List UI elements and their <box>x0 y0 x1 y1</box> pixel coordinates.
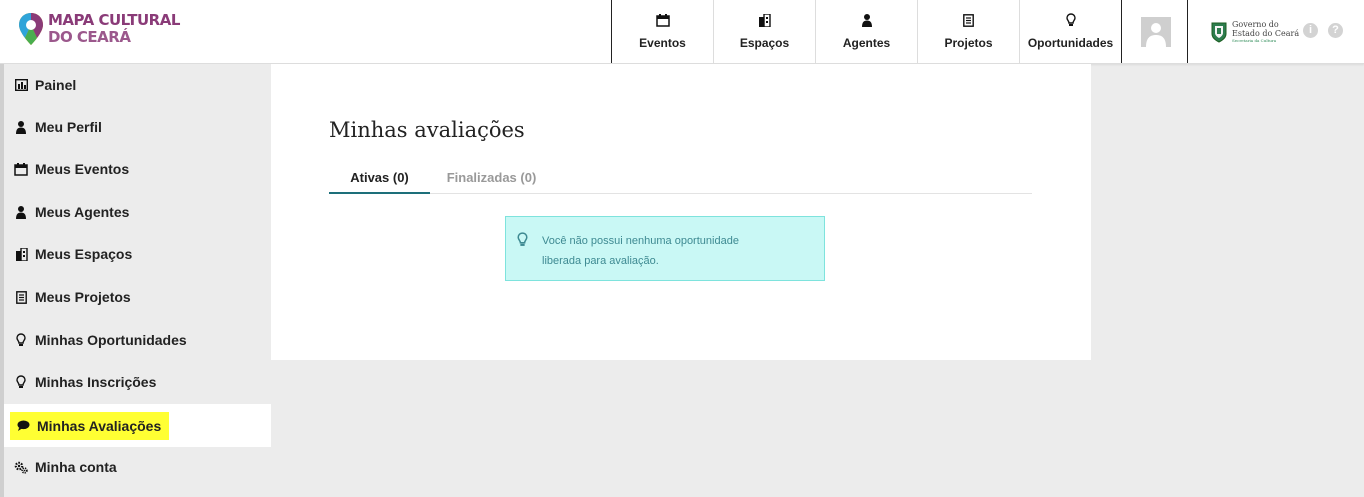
gov-line2: Estado do Ceará <box>1232 29 1300 38</box>
info-icon[interactable]: i <box>1303 23 1318 38</box>
building-icon <box>758 12 771 28</box>
document-icon <box>14 290 28 304</box>
lightbulb-icon <box>14 333 28 347</box>
nav-label: Oportunidades <box>1027 36 1114 50</box>
map-pin-logo-icon <box>19 13 43 45</box>
tab-finalizadas[interactable]: Finalizadas (0) <box>430 164 553 194</box>
logo-line1: MAPA CULTURAL <box>48 11 180 29</box>
person-icon <box>14 205 28 219</box>
logo-line2: DO CEARÁ <box>48 28 131 46</box>
nav-oportunidades[interactable]: Oportunidades <box>1020 0 1122 63</box>
tab-ativas[interactable]: Ativas (0) <box>329 164 430 194</box>
active-highlight: Minhas Avaliações <box>10 411 170 440</box>
help-icon[interactable]: ? <box>1328 23 1343 38</box>
user-silhouette-icon <box>1145 22 1166 47</box>
main-panel: Minhas avaliações Ativas (0) Finalizadas… <box>271 64 1091 360</box>
top-header: MAPA CULTURAL DO CEARÁ Eventos Espaços A… <box>0 0 1364 64</box>
document-icon <box>963 12 974 28</box>
gears-icon <box>14 460 28 474</box>
nav-agentes[interactable]: Agentes <box>816 0 918 63</box>
sidebar: Painel Meu Perfil Meus Eventos Meus Agen… <box>0 64 271 497</box>
sidebar-item-minha-conta[interactable]: Minha conta <box>4 446 271 488</box>
lightbulb-icon <box>517 232 528 252</box>
sidebar-item-label: Minhas Avaliações <box>37 417 162 434</box>
nav-eventos[interactable]: Eventos <box>612 0 714 63</box>
sidebar-item-meus-projetos[interactable]: Meus Projetos <box>4 276 271 318</box>
person-icon <box>14 120 28 134</box>
gov-line3: Secretaria da Cultura <box>1232 38 1277 43</box>
main-nav: Eventos Espaços Agentes Projetos Oportun… <box>611 0 1122 63</box>
sidebar-item-label: Painel <box>35 77 77 93</box>
chart-icon <box>14 78 28 92</box>
sidebar-item-minhas-inscricoes[interactable]: Minhas Inscrições <box>4 361 271 403</box>
sidebar-item-label: Minhas Inscrições <box>35 374 157 390</box>
calendar-icon <box>655 12 670 28</box>
nav-label: Espaços <box>739 36 790 50</box>
nav-label: Eventos <box>639 36 686 50</box>
sidebar-item-minhas-avaliacoes[interactable]: Minhas Avaliações <box>4 404 271 447</box>
sidebar-item-label: Minhas Oportunidades <box>35 332 187 348</box>
building-icon <box>14 247 28 261</box>
sidebar-item-label: Meus Projetos <box>35 289 131 305</box>
lightbulb-icon <box>1065 12 1076 28</box>
sidebar-item-label: Meus Eventos <box>35 161 130 177</box>
sidebar-item-label: Meus Espaços <box>35 246 133 262</box>
alert-line2: liberada para avaliação. <box>542 255 659 267</box>
speech-bubble-icon <box>16 419 30 433</box>
site-logo[interactable]: MAPA CULTURAL DO CEARÁ <box>18 12 180 46</box>
page-title: Minhas avaliações <box>329 118 525 142</box>
sidebar-item-label: Meu Perfil <box>35 119 102 135</box>
sidebar-item-meus-espacos[interactable]: Meus Espaços <box>4 233 271 275</box>
sidebar-item-label: Minha conta <box>35 459 117 475</box>
sidebar-item-painel[interactable]: Painel <box>4 64 271 106</box>
nav-espacos[interactable]: Espaços <box>714 0 816 63</box>
sidebar-item-meu-perfil[interactable]: Meu Perfil <box>4 106 271 148</box>
nav-label: Projetos <box>944 36 993 50</box>
government-logo[interactable]: Governo do Estado do Ceará Secretaria da… <box>1210 20 1299 43</box>
nav-projetos[interactable]: Projetos <box>918 0 1020 63</box>
avatar[interactable] <box>1140 16 1171 47</box>
gov-line1: Governo do <box>1232 20 1279 29</box>
sidebar-item-minhas-oportunidades[interactable]: Minhas Oportunidades <box>4 319 271 361</box>
lightbulb-icon <box>14 375 28 389</box>
calendar-icon <box>14 162 28 176</box>
state-seal-icon <box>1211 22 1227 43</box>
person-icon <box>861 12 872 28</box>
tab-bar: Ativas (0) Finalizadas (0) <box>329 164 1032 194</box>
user-menu[interactable] <box>1124 0 1188 63</box>
nav-label: Agentes <box>842 36 891 50</box>
alert-line1: Você não possui nenhuma oportunidade <box>542 235 739 247</box>
sidebar-item-meus-agentes[interactable]: Meus Agentes <box>4 191 271 233</box>
empty-state-alert: Você não possui nenhuma oportunidade lib… <box>505 216 825 281</box>
sidebar-item-label: Meus Agentes <box>35 204 130 220</box>
sidebar-item-meus-eventos[interactable]: Meus Eventos <box>4 148 271 190</box>
